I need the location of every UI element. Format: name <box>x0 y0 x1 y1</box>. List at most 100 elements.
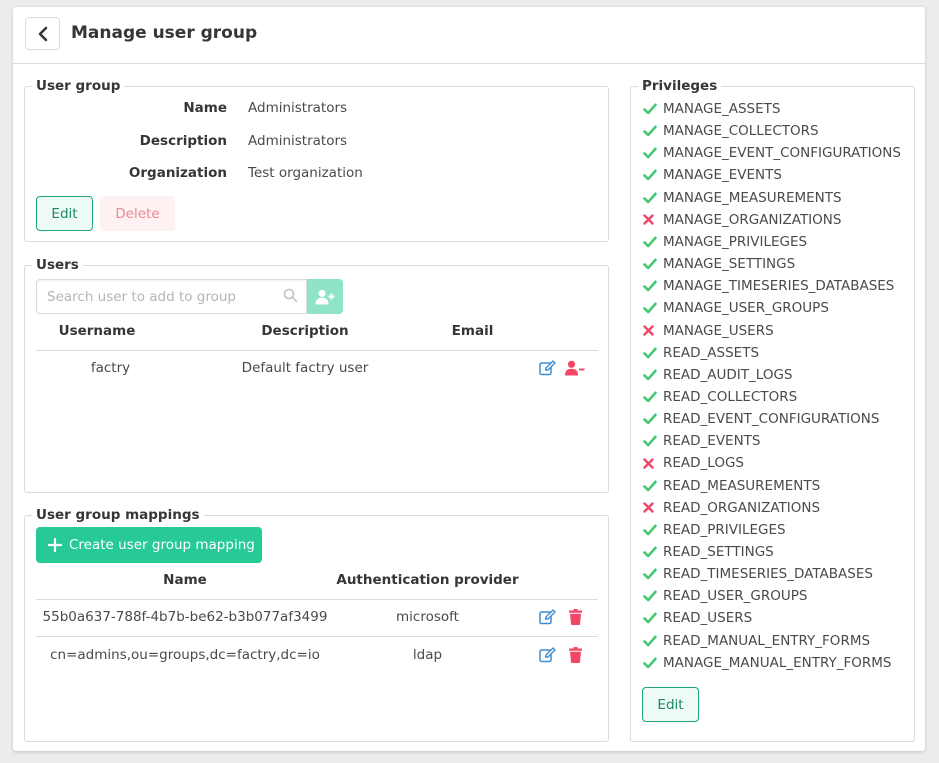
privilege-label: READ_MANUAL_ENTRY_FORMS <box>663 632 871 649</box>
privilege-item: READ_COLLECTORS <box>643 386 797 408</box>
name-value: Administrators <box>248 100 348 116</box>
organization-label: Organization <box>128 165 227 181</box>
privilege-label: READ_AUDIT_LOGS <box>663 366 793 383</box>
check-icon <box>643 192 663 204</box>
privilege-item: READ_MEASUREMENTS <box>643 475 820 497</box>
privilege-label: READ_MEASUREMENTS <box>663 477 821 494</box>
privilege-label: MANAGE_MANUAL_ENTRY_FORMS <box>663 654 892 671</box>
create-mapping-button[interactable]: Create user group mapping <box>36 527 262 563</box>
user-group-section: User group Name Administrators Descripti… <box>24 78 609 242</box>
privilege-label: READ_USERS <box>663 610 753 627</box>
privilege-item: MANAGE_EVENTS <box>643 164 782 186</box>
privilege-label: MANAGE_USERS <box>663 322 774 339</box>
privilege-item: READ_AUDIT_LOGS <box>643 364 792 386</box>
privilege-label: READ_LOGS <box>663 455 744 472</box>
privilege-item: MANAGE_PRIVILEGES <box>643 231 807 253</box>
privilege-label: MANAGE_ORGANIZATIONS <box>663 211 842 228</box>
privilege-item: MANAGE_MEASUREMENTS <box>643 187 842 209</box>
create-mapping-label: Create user group mapping <box>69 537 255 553</box>
search-user-input[interactable] <box>36 279 307 314</box>
users-legend: Users <box>32 257 83 273</box>
cross-icon <box>643 458 663 469</box>
description-column-header: Description <box>261 323 349 339</box>
privilege-label: MANAGE_TIMESERIES_DATABASES <box>663 278 895 295</box>
check-icon <box>643 147 663 159</box>
trash-icon[interactable] <box>569 647 582 663</box>
description-value: Administrators <box>248 133 348 149</box>
check-icon <box>643 546 663 558</box>
privilege-item: READ_ORGANIZATIONS <box>643 497 820 519</box>
privilege-label: MANAGE_SETTINGS <box>663 256 796 273</box>
edit-icon[interactable] <box>539 360 556 376</box>
check-icon <box>643 612 663 624</box>
check-icon <box>643 169 663 181</box>
cross-icon <box>643 214 663 225</box>
privilege-label: READ_EVENT_CONFIGURATIONS <box>663 411 880 428</box>
edit-privileges-button[interactable]: Edit <box>642 687 699 722</box>
trash-icon[interactable] <box>569 609 582 625</box>
check-icon <box>643 125 663 137</box>
plus-icon <box>48 538 62 552</box>
edit-icon[interactable] <box>539 609 556 625</box>
mappings-row-divider <box>36 636 598 637</box>
check-icon <box>643 635 663 647</box>
cross-icon <box>643 325 663 336</box>
edit-icon[interactable] <box>539 647 556 663</box>
privilege-label: READ_COLLECTORS <box>663 388 798 405</box>
add-user-button[interactable] <box>307 279 343 314</box>
user-plus-icon <box>315 289 335 304</box>
back-button[interactable] <box>25 17 60 50</box>
user-minus-icon[interactable] <box>565 360 585 376</box>
privilege-item: READ_USERS <box>643 607 752 629</box>
privilege-label: MANAGE_USER_GROUPS <box>663 300 829 317</box>
check-icon <box>643 435 663 447</box>
page-title: Manage user group <box>71 23 258 43</box>
privilege-label: READ_ASSETS <box>663 344 760 361</box>
mapping-provider-cell: microsoft <box>396 609 459 625</box>
mappings-table-divider <box>36 599 598 600</box>
privilege-item: MANAGE_ASSETS <box>643 98 780 120</box>
check-icon <box>643 657 663 669</box>
privilege-label: MANAGE_ASSETS <box>663 101 781 117</box>
privilege-label: MANAGE_EVENT_CONFIGURATIONS <box>663 145 901 162</box>
privilege-item: MANAGE_ORGANIZATIONS <box>643 209 841 231</box>
delete-user-group-button[interactable]: Delete <box>100 196 175 231</box>
privilege-item: READ_SETTINGS <box>643 541 774 563</box>
check-icon <box>643 103 663 115</box>
page-header: Manage user group <box>13 7 925 64</box>
edit-user-group-button[interactable]: Edit <box>36 196 93 231</box>
users-section: Users Username Description Email factry … <box>24 257 609 493</box>
mapping-name-column-header: Name <box>163 572 207 588</box>
privilege-item: READ_TIMESERIES_DATABASES <box>643 563 873 585</box>
check-icon <box>643 480 663 492</box>
mapping-name-cell: 55b0a637-788f-4b7b-be62-b3b077af3499 <box>42 609 328 625</box>
privilege-item: MANAGE_USERS <box>643 320 774 342</box>
privilege-item: MANAGE_SETTINGS <box>643 253 795 275</box>
check-icon <box>643 258 663 270</box>
privilege-item: MANAGE_COLLECTORS <box>643 120 819 142</box>
privilege-item: MANAGE_EVENT_CONFIGURATIONS <box>643 142 901 164</box>
privilege-label: MANAGE_MEASUREMENTS <box>663 189 842 206</box>
organization-value: Test organization <box>248 165 363 181</box>
privilege-label: MANAGE_PRIVILEGES <box>663 233 808 250</box>
privilege-label: READ_SETTINGS <box>663 544 774 560</box>
user-group-mappings-section: User group mappings Create user group ma… <box>24 507 609 742</box>
privilege-item: READ_ASSETS <box>643 342 759 364</box>
username-cell: factry <box>90 360 131 376</box>
users-table-divider <box>36 350 598 351</box>
check-icon <box>643 236 663 248</box>
privilege-item: READ_PRIVILEGES <box>643 519 786 541</box>
privileges-legend: Privileges <box>638 78 722 94</box>
check-icon <box>643 524 663 536</box>
search-icon <box>283 288 298 303</box>
username-column-header: Username <box>58 323 136 339</box>
privilege-label: READ_ORGANIZATIONS <box>663 499 821 516</box>
check-icon <box>643 280 663 292</box>
privilege-item: MANAGE_MANUAL_ENTRY_FORMS <box>643 652 891 674</box>
name-label: Name <box>183 100 227 116</box>
check-icon <box>643 391 663 403</box>
check-icon <box>643 302 663 314</box>
privilege-item: READ_USER_GROUPS <box>643 585 807 607</box>
privilege-label: READ_EVENTS <box>663 433 761 450</box>
privilege-item: MANAGE_USER_GROUPS <box>643 297 829 319</box>
